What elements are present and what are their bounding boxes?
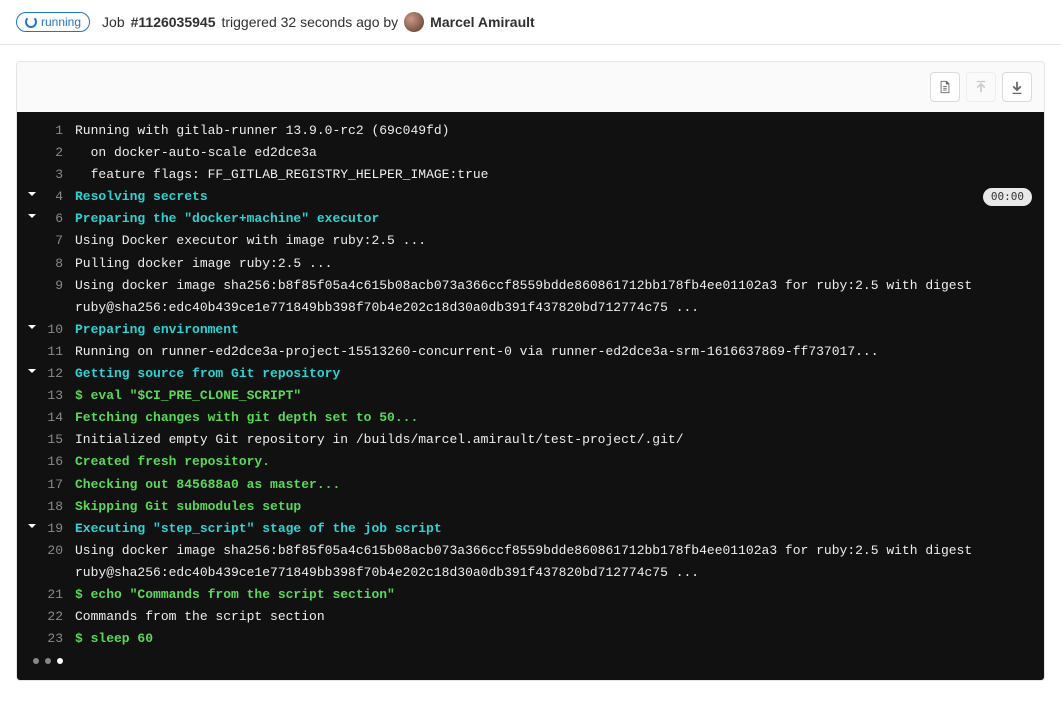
scroll-bottom-button[interactable] xyxy=(1002,72,1032,102)
log-line-content: $ sleep 60 xyxy=(75,628,1032,650)
log-line-content: feature flags: FF_GITLAB_REGISTRY_HELPER… xyxy=(75,164,1032,186)
collapse-chevron-icon[interactable] xyxy=(23,186,41,208)
section-duration: 00:00 xyxy=(983,188,1032,206)
log-body[interactable]: 1Running with gitlab-runner 13.9.0-rc2 (… xyxy=(17,112,1044,680)
job-id: #1126035945 xyxy=(131,14,216,30)
log-line-content[interactable]: Resolving secrets xyxy=(75,186,983,208)
log-line-content: Fetching changes with git depth set to 5… xyxy=(75,407,1032,429)
log-line-content: Commands from the script section xyxy=(75,606,1032,628)
log-line: 17Checking out 845688a0 as master... xyxy=(17,474,1044,496)
header-text: Job #1126035945 triggered 32 seconds ago… xyxy=(102,12,535,32)
log-line-content: Created fresh repository. xyxy=(75,451,1032,473)
job-prefix: Job xyxy=(102,14,125,30)
log-line-content: $ eval "$CI_PRE_CLONE_SCRIPT" xyxy=(75,385,1032,407)
log-line-content: Running on runner-ed2dce3a-project-15513… xyxy=(75,341,1032,363)
log-line-content[interactable]: Preparing environment xyxy=(75,319,1032,341)
triggered-text: triggered 32 seconds ago by xyxy=(221,14,398,30)
status-badge[interactable]: running xyxy=(16,12,90,32)
log-line: 22Commands from the script section xyxy=(17,606,1044,628)
log-line-content[interactable]: Getting source from Git repository xyxy=(75,363,1032,385)
job-header: running Job #1126035945 triggered 32 sec… xyxy=(0,0,1061,45)
log-line-content[interactable]: Preparing the "docker+machine" executor xyxy=(75,208,1032,230)
log-toolbar xyxy=(17,62,1044,112)
log-line-content: Pulling docker image ruby:2.5 ... xyxy=(75,253,1032,275)
log-line-content: Checking out 845688a0 as master... xyxy=(75,474,1032,496)
line-number[interactable]: 8 xyxy=(41,253,75,275)
line-number[interactable]: 19 xyxy=(41,518,75,540)
collapse-chevron-icon[interactable] xyxy=(23,518,41,540)
log-section-header: 12Getting source from Git repository xyxy=(17,363,1044,385)
line-number[interactable]: 21 xyxy=(41,584,75,606)
log-line-content: Skipping Git submodules setup xyxy=(75,496,1032,518)
log-line: 20Using docker image sha256:b8f85f05a4c6… xyxy=(17,540,1044,584)
loading-indicator xyxy=(17,650,1044,668)
log-section-header: 4Resolving secrets00:00 xyxy=(17,186,1044,208)
log-line-content[interactable]: Executing "step_script" stage of the job… xyxy=(75,518,1032,540)
log-line: 3 feature flags: FF_GITLAB_REGISTRY_HELP… xyxy=(17,164,1044,186)
line-number[interactable]: 4 xyxy=(41,186,75,208)
line-number[interactable]: 16 xyxy=(41,451,75,473)
log-line: 15Initialized empty Git repository in /b… xyxy=(17,429,1044,451)
log-line-content: Using docker image sha256:b8f85f05a4c615… xyxy=(75,275,1032,319)
line-number[interactable]: 10 xyxy=(41,319,75,341)
line-number[interactable]: 6 xyxy=(41,208,75,230)
line-number[interactable]: 9 xyxy=(41,275,75,297)
line-number[interactable]: 15 xyxy=(41,429,75,451)
arrow-up-icon xyxy=(974,80,988,94)
log-wrapper: 1Running with gitlab-runner 13.9.0-rc2 (… xyxy=(16,61,1045,681)
arrow-down-icon xyxy=(1010,80,1024,94)
log-line-content: Using Docker executor with image ruby:2.… xyxy=(75,230,1032,252)
log-line-content: Using docker image sha256:b8f85f05a4c615… xyxy=(75,540,1032,584)
running-spinner-icon xyxy=(25,16,37,28)
line-number[interactable]: 18 xyxy=(41,496,75,518)
line-number[interactable]: 7 xyxy=(41,230,75,252)
log-line: 1Running with gitlab-runner 13.9.0-rc2 (… xyxy=(17,120,1044,142)
line-number[interactable]: 22 xyxy=(41,606,75,628)
log-line: 9Using docker image sha256:b8f85f05a4c61… xyxy=(17,275,1044,319)
line-number[interactable]: 13 xyxy=(41,385,75,407)
log-line-content: Initialized empty Git repository in /bui… xyxy=(75,429,1032,451)
line-number[interactable]: 12 xyxy=(41,363,75,385)
status-label: running xyxy=(41,15,81,29)
username[interactable]: Marcel Amirault xyxy=(430,14,535,30)
avatar[interactable] xyxy=(404,12,424,32)
log-line-content: $ echo "Commands from the script section… xyxy=(75,584,1032,606)
log-line: 23$ sleep 60 xyxy=(17,628,1044,650)
line-number[interactable]: 11 xyxy=(41,341,75,363)
line-number[interactable]: 1 xyxy=(41,120,75,142)
line-number[interactable]: 23 xyxy=(41,628,75,650)
log-line: 18Skipping Git submodules setup xyxy=(17,496,1044,518)
scroll-top-button[interactable] xyxy=(966,72,996,102)
collapse-chevron-icon[interactable] xyxy=(23,319,41,341)
line-number[interactable]: 17 xyxy=(41,474,75,496)
line-number[interactable]: 3 xyxy=(41,164,75,186)
log-line: 8Pulling docker image ruby:2.5 ... xyxy=(17,253,1044,275)
log-line-content: Running with gitlab-runner 13.9.0-rc2 (6… xyxy=(75,120,1032,142)
show-raw-log-button[interactable] xyxy=(930,72,960,102)
log-line-content: on docker-auto-scale ed2dce3a xyxy=(75,142,1032,164)
log-line: 11Running on runner-ed2dce3a-project-155… xyxy=(17,341,1044,363)
log-line: 13$ eval "$CI_PRE_CLONE_SCRIPT" xyxy=(17,385,1044,407)
log-section-header: 10Preparing environment xyxy=(17,319,1044,341)
log-line: 7Using Docker executor with image ruby:2… xyxy=(17,230,1044,252)
log-section-header: 19Executing "step_script" stage of the j… xyxy=(17,518,1044,540)
line-number[interactable]: 2 xyxy=(41,142,75,164)
log-line: 2 on docker-auto-scale ed2dce3a xyxy=(17,142,1044,164)
collapse-chevron-icon[interactable] xyxy=(23,363,41,385)
line-number[interactable]: 14 xyxy=(41,407,75,429)
log-section-header: 6Preparing the "docker+machine" executor xyxy=(17,208,1044,230)
log-line: 16Created fresh repository. xyxy=(17,451,1044,473)
log-line: 21$ echo "Commands from the script secti… xyxy=(17,584,1044,606)
collapse-chevron-icon[interactable] xyxy=(23,208,41,230)
document-icon xyxy=(938,80,952,94)
log-line: 14Fetching changes with git depth set to… xyxy=(17,407,1044,429)
line-number[interactable]: 20 xyxy=(41,540,75,562)
